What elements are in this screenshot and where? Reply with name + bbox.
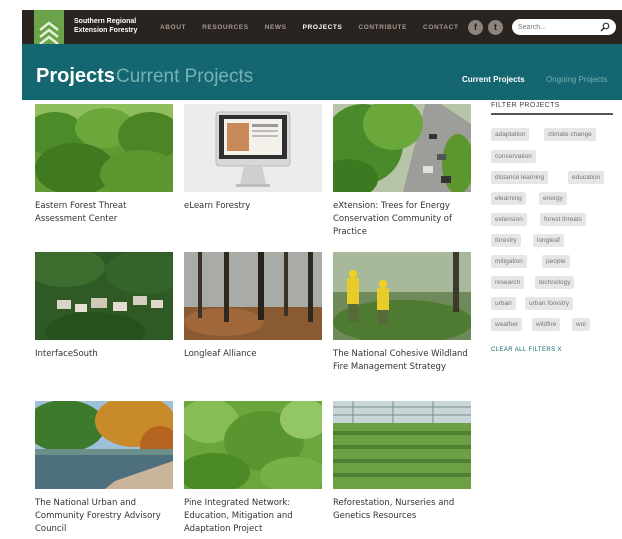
project-title[interactable]: InterfaceSouth bbox=[35, 348, 173, 361]
project-image-greenhouse[interactable] bbox=[333, 401, 471, 489]
filter-divider bbox=[491, 113, 613, 115]
nav-contact[interactable]: CONTACT bbox=[423, 24, 459, 31]
twitter-glyph: t bbox=[494, 22, 497, 32]
project-card[interactable]: Eastern Forest Threat Assessment Center bbox=[35, 104, 173, 226]
project-title[interactable]: Longleaf Alliance bbox=[184, 348, 322, 361]
filter-tag[interactable]: distance learning bbox=[491, 171, 549, 184]
project-card[interactable]: Longleaf Alliance bbox=[184, 252, 322, 361]
project-card[interactable]: eXtension: Trees for Energy Conservation… bbox=[333, 104, 471, 239]
search-icon[interactable] bbox=[600, 22, 610, 32]
project-image-pine-canopy[interactable] bbox=[184, 401, 322, 489]
project-card[interactable]: The National Cohesive Wildland Fire Mana… bbox=[333, 252, 471, 374]
filter-tag[interactable]: forestry bbox=[491, 234, 521, 247]
project-title[interactable]: The National Urban and Community Forestr… bbox=[35, 497, 173, 536]
project-image-imac[interactable] bbox=[184, 104, 322, 192]
project-image-kudzu[interactable] bbox=[35, 104, 173, 192]
project-title[interactable]: Eastern Forest Threat Assessment Center bbox=[35, 200, 173, 226]
project-card[interactable]: The National Urban and Community Forestr… bbox=[35, 401, 173, 536]
filter-tag[interactable]: adaptation bbox=[491, 128, 530, 141]
filter-tag[interactable]: wui bbox=[572, 318, 590, 331]
filter-tag[interactable]: conservation bbox=[491, 150, 536, 163]
tab-ongoing-projects[interactable]: Ongoing Projects bbox=[546, 75, 607, 84]
facebook-icon[interactable]: f bbox=[468, 20, 483, 35]
project-card[interactable]: InterfaceSouth bbox=[35, 252, 173, 361]
page-header-band: Projects Current Projects Current Projec… bbox=[22, 44, 622, 100]
project-image-firefighters[interactable] bbox=[333, 252, 471, 340]
filter-tag[interactable]: forest threats bbox=[540, 213, 586, 226]
project-title[interactable]: Pine Integrated Network: Education, Miti… bbox=[184, 497, 322, 536]
project-image-street[interactable] bbox=[333, 104, 471, 192]
project-title[interactable]: eXtension: Trees for Energy Conservation… bbox=[333, 200, 471, 239]
search-box bbox=[512, 19, 616, 35]
facebook-glyph: f bbox=[474, 22, 477, 32]
page-title: Projects bbox=[36, 65, 115, 87]
twitter-icon[interactable]: t bbox=[488, 20, 503, 35]
nav-projects[interactable]: PROJECTS bbox=[303, 24, 343, 31]
filter-tag[interactable]: technology bbox=[535, 276, 575, 289]
clear-filters-link[interactable]: CLEAR ALL FILTERS X bbox=[491, 347, 562, 353]
filter-tag[interactable]: longleaf bbox=[533, 234, 564, 247]
tab-current-projects[interactable]: Current Projects bbox=[462, 75, 525, 84]
filter-tag[interactable]: urban bbox=[491, 297, 516, 310]
top-nav-bar: Southern Regional Extension Forestry ABO… bbox=[22, 10, 622, 58]
project-title[interactable]: eLearn Forestry bbox=[184, 200, 322, 213]
nav-news[interactable]: NEWS bbox=[265, 24, 287, 31]
filter-tag[interactable]: elearning bbox=[491, 192, 526, 205]
filter-tag[interactable]: weather bbox=[491, 318, 523, 331]
main-nav: ABOUT RESOURCES NEWS PROJECTS CONTRIBUTE… bbox=[160, 10, 475, 44]
project-image-lake[interactable] bbox=[35, 401, 173, 489]
nav-contribute[interactable]: CONTRIBUTE bbox=[358, 24, 407, 31]
page-subtitle: Current Projects bbox=[116, 66, 254, 87]
project-card[interactable]: eLearn Forestry bbox=[184, 104, 322, 213]
project-card[interactable]: Reforestation, Nurseries and Genetics Re… bbox=[333, 401, 471, 523]
project-card[interactable]: Pine Integrated Network: Education, Miti… bbox=[184, 401, 322, 536]
filter-tag[interactable]: research bbox=[491, 276, 525, 289]
filter-tag[interactable]: extension bbox=[491, 213, 527, 226]
project-image-longleaf[interactable] bbox=[184, 252, 322, 340]
nav-resources[interactable]: RESOURCES bbox=[202, 24, 249, 31]
brand-line-1: Southern Regional bbox=[74, 18, 137, 25]
filter-tag[interactable]: urban forestry bbox=[525, 297, 574, 310]
filter-tag[interactable]: wildfire bbox=[532, 318, 561, 331]
filter-heading: FILTER PROJECTS bbox=[491, 102, 560, 109]
filter-tag[interactable]: climate change bbox=[544, 128, 596, 141]
project-title[interactable]: The National Cohesive Wildland Fire Mana… bbox=[333, 348, 471, 374]
search-input[interactable] bbox=[518, 21, 596, 33]
filter-tag[interactable]: people bbox=[542, 255, 570, 268]
brand-name[interactable]: Southern Regional Extension Forestry bbox=[74, 17, 164, 35]
nav-about[interactable]: ABOUT bbox=[160, 24, 186, 31]
brand-line-2: Extension Forestry bbox=[74, 27, 138, 34]
filter-tag[interactable]: mitigation bbox=[491, 255, 527, 268]
project-title[interactable]: Reforestation, Nurseries and Genetics Re… bbox=[333, 497, 471, 523]
filter-tag[interactable]: energy bbox=[539, 192, 567, 205]
filter-tag[interactable]: education bbox=[568, 171, 605, 184]
project-image-houses[interactable] bbox=[35, 252, 173, 340]
